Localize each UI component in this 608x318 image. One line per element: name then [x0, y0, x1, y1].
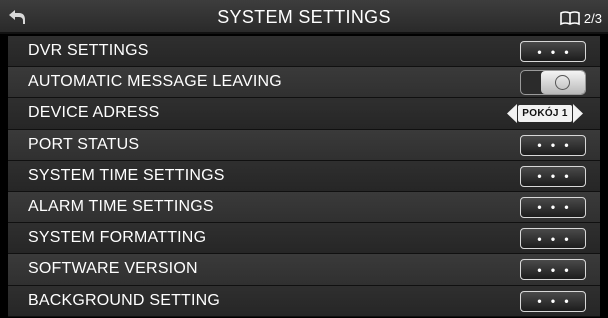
book-icon [560, 11, 580, 26]
setting-label: ALARM TIME SETTINGS [28, 198, 214, 216]
setting-label: AUTOMATIC MESSAGE LEAVING [28, 73, 282, 91]
page-title: SYSTEM SETTINGS [217, 7, 391, 27]
setting-label: SOFTWARE VERSION [28, 260, 198, 278]
port-status-more-button[interactable]: • • • [520, 134, 586, 156]
dvr-settings-more-button[interactable]: • • • [520, 41, 586, 62]
setting-row-dvr-settings[interactable]: DVR SETTINGS • • • [8, 36, 600, 68]
setting-row-alarm-time-settings[interactable]: ALARM TIME SETTINGS • • • [8, 191, 600, 224]
system-settings-screen: SYSTEM SETTINGS 2/3 DVR SETTINGS • • • A… [0, 0, 608, 318]
setting-label: SYSTEM TIME SETTINGS [28, 166, 225, 184]
setting-row-automatic-message-leaving[interactable]: AUTOMATIC MESSAGE LEAVING [8, 67, 600, 99]
toggle-knob [541, 71, 585, 95]
setting-label: SYSTEM FORMATTING [28, 229, 207, 247]
setting-row-system-formatting[interactable]: SYSTEM FORMATTING • • • [8, 223, 600, 255]
system-formatting-more-button[interactable]: • • • [520, 228, 586, 250]
title-bar: SYSTEM SETTINGS 2/3 [0, 0, 608, 34]
device-address-value: POKÓJ 1 [518, 105, 572, 123]
setting-row-software-version[interactable]: SOFTWARE VERSION • • • [8, 254, 600, 286]
setting-row-port-status[interactable]: PORT STATUS • • • [8, 129, 600, 161]
alarm-time-more-button[interactable]: • • • [520, 196, 586, 218]
automatic-message-toggle[interactable] [520, 70, 586, 96]
setting-label: PORT STATUS [28, 135, 140, 153]
page-number: 2/3 [583, 10, 602, 26]
arrow-right-icon[interactable] [572, 103, 584, 124]
setting-row-background-setting[interactable]: BACKGROUND SETTING • • • [8, 285, 600, 317]
system-time-more-button[interactable]: • • • [520, 165, 586, 187]
arrow-left-icon[interactable] [506, 103, 518, 124]
software-version-more-button[interactable]: • • • [520, 259, 586, 281]
setting-label: BACKGROUND SETTING [28, 291, 221, 309]
setting-row-system-time-settings[interactable]: SYSTEM TIME SETTINGS • • • [8, 160, 600, 192]
background-setting-more-button[interactable]: • • • [520, 290, 586, 312]
toggle-ring-icon [555, 75, 570, 91]
device-address-selector[interactable]: POKÓJ 1 [506, 103, 584, 124]
setting-row-device-address[interactable]: DEVICE ADRESS POKÓJ 1 [8, 98, 600, 130]
page-indicator[interactable]: 2/3 [560, 9, 602, 27]
settings-list: DVR SETTINGS • • • AUTOMATIC MESSAGE LEA… [8, 36, 600, 317]
setting-label: DVR SETTINGS [28, 42, 149, 60]
